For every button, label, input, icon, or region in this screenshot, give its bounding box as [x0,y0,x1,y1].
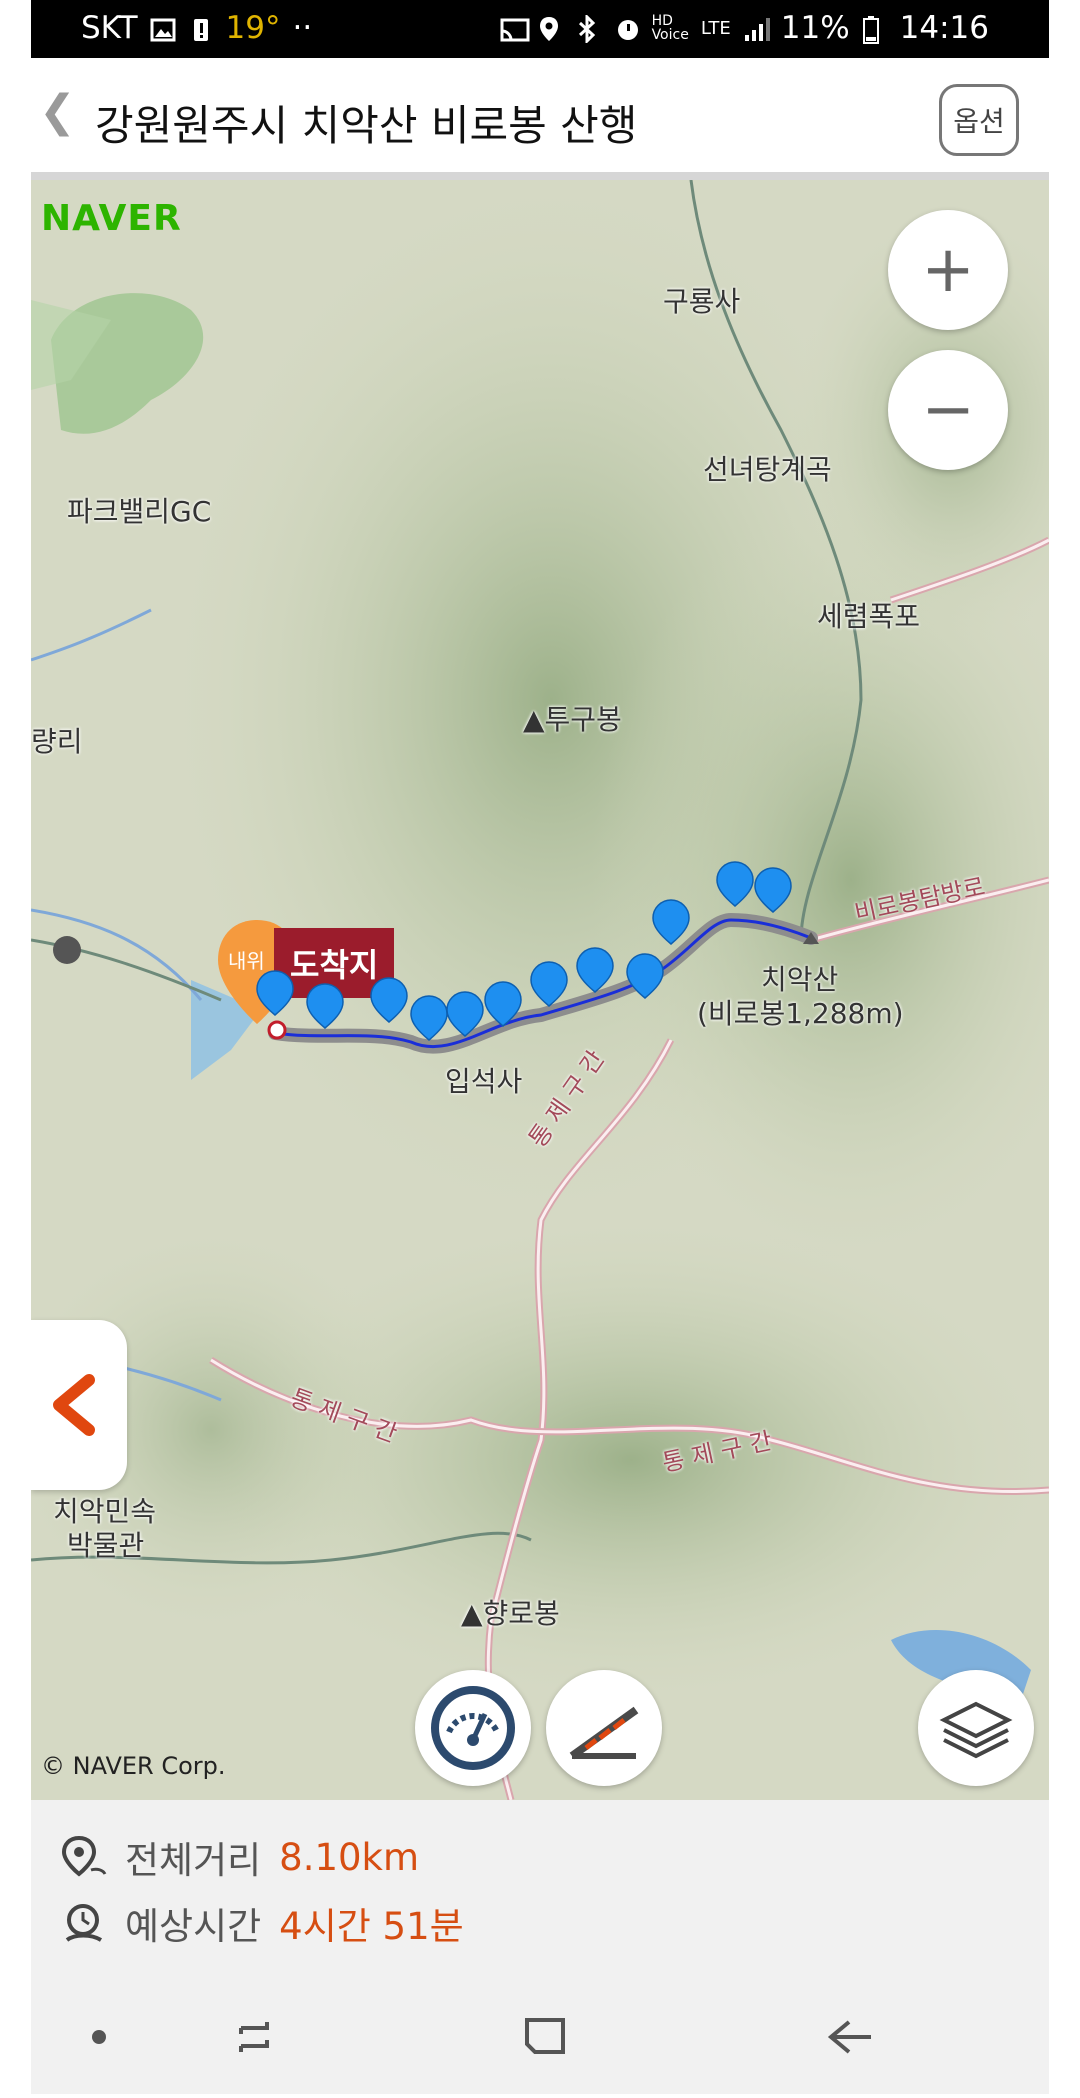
elevation-profile-button[interactable] [546,1670,662,1786]
options-button[interactable]: 옵션 [939,84,1019,156]
speedometer-button[interactable] [415,1670,531,1786]
time-label: 예상시간 [125,1905,262,1948]
cast-icon [500,15,530,42]
page-title: 강원원주시 치악산 비로봉 산행 [95,101,638,150]
layers-button[interactable] [918,1670,1034,1786]
speedometer-icon [431,1686,515,1770]
signal-icon [743,15,770,41]
route-markers [53,861,792,1041]
network-text: LTE [700,17,731,39]
time-value: 4시간 51분 [279,1905,464,1948]
time-clock-icon [65,1904,103,1942]
battery-icon [862,15,888,44]
location-icon [538,15,564,41]
status-bar: SKT 19° ·· HD Voice LTE 11% 14:16 [31,0,1049,58]
home-icon[interactable] [525,2018,565,2054]
map-copyright: © NAVER Corp. [41,1752,226,1780]
map-view[interactable]: NAVER + − 구룡사 선녀탕계곡 파크밸리GC 세렴폭포 ▲투구봉 량리 … [31,180,1049,1800]
chevron-left-icon [53,1374,95,1436]
alarm-icon [614,15,640,41]
recent-apps-icon[interactable] [239,2022,269,2052]
distance-pin-icon [61,1835,107,1877]
back-chevron-icon[interactable]: ❮ [39,86,76,137]
layers-icon [939,1701,1013,1759]
route-summary: 전체거리 8.10km 예상시간 4시간 51분 [31,1800,1049,1980]
system-nav-bar [31,1980,1049,2094]
time-row: 예상시간 4시간 51분 [61,1896,464,1950]
nav-dot-icon[interactable] [92,2030,106,2044]
battery-percent: 11% [780,10,850,46]
temperature-text: 19° [225,10,281,46]
bluetooth-icon [576,13,602,45]
alert-icon [188,15,214,41]
back-icon[interactable] [827,2020,871,2054]
hd-voice-icon: HD Voice [651,13,689,43]
clock-text: 14:16 [899,10,989,46]
distance-label: 전체거리 [125,1839,262,1882]
distance-value: 8.10km [279,1835,420,1879]
distance-row: 전체거리 8.10km [61,1830,419,1884]
more-dots-icon: ·· [292,10,313,46]
gallery-icon [150,15,176,42]
collapse-panel-button[interactable] [31,1320,127,1490]
carrier-text: SKT [81,10,138,46]
incline-icon [569,1706,639,1760]
app-bar: ❮ 강원원주시 치악산 비로봉 산행 옵션 [31,58,1049,180]
